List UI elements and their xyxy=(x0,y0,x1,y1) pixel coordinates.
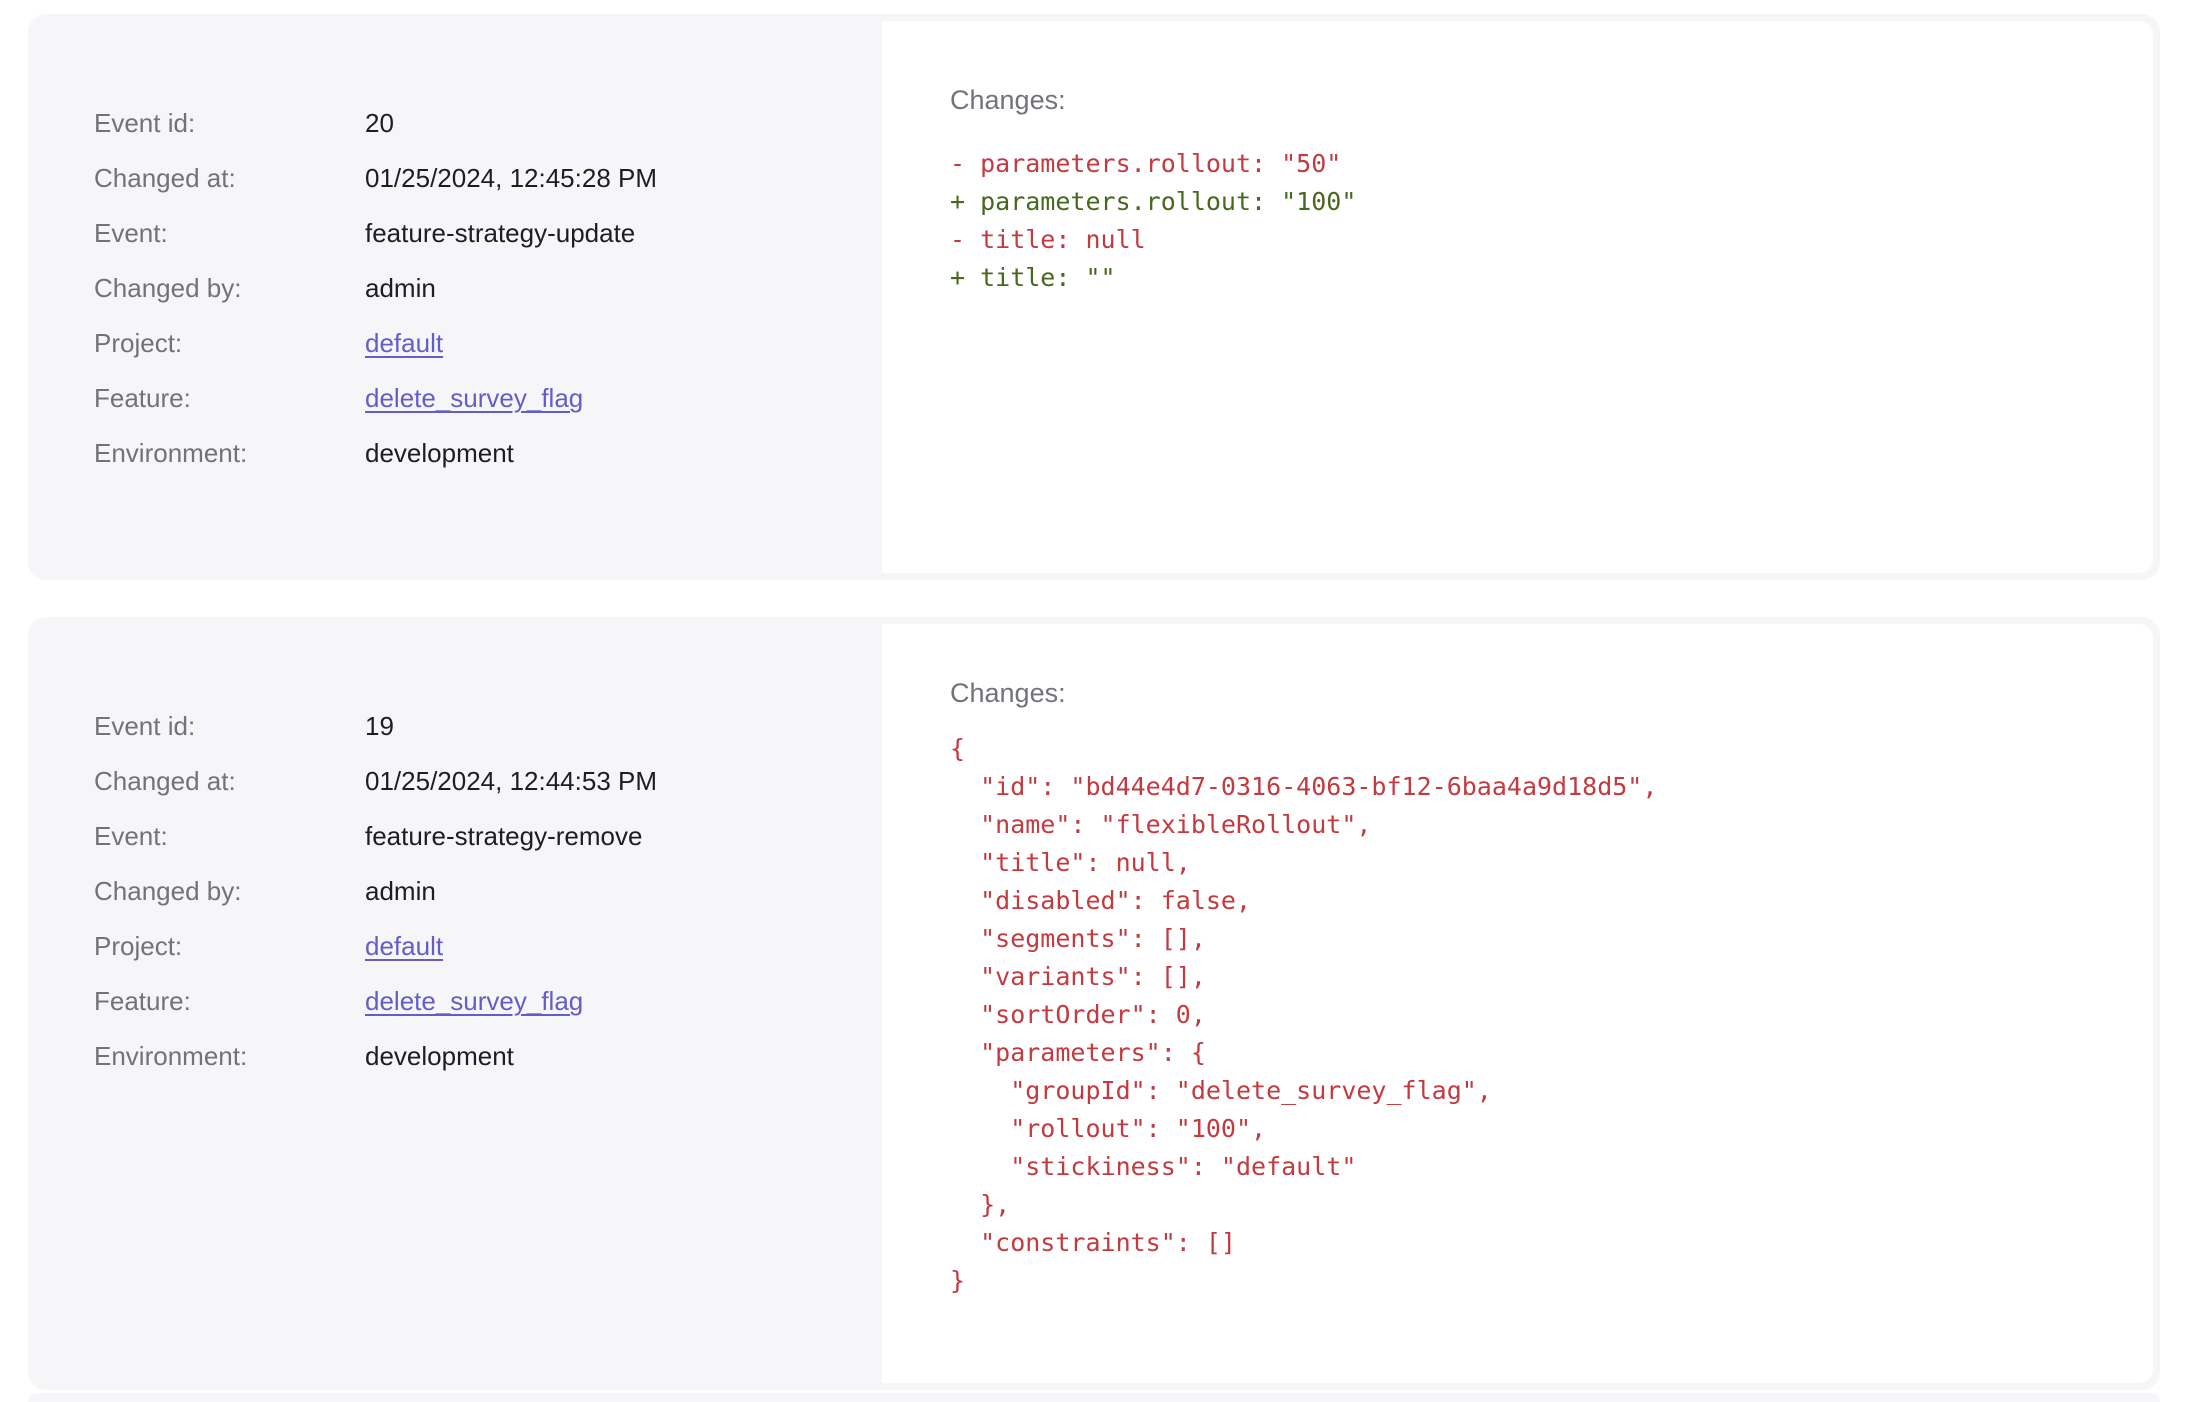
feature-link[interactable]: delete_survey_flag xyxy=(365,984,583,1018)
event-metadata-panel: Event id:20Changed at:01/25/2024, 12:45:… xyxy=(28,14,882,580)
json-code-line: { xyxy=(950,730,2113,768)
event-value: feature-strategy-update xyxy=(365,216,635,250)
diff-line-removed: - parameters.rollout: "50" xyxy=(950,145,2113,183)
changed-at-value: 01/25/2024, 12:44:53 PM xyxy=(365,764,657,798)
event-id-value: 19 xyxy=(365,709,394,743)
metadata-row-event-id: Event id:20 xyxy=(94,106,842,140)
next-card-top-edge xyxy=(28,1393,2160,1402)
metadata-row-feature: Feature:delete_survey_flag xyxy=(94,381,842,415)
json-code-line: "sortOrder": 0, xyxy=(950,996,2113,1034)
metadata-row-changed-at: Changed at:01/25/2024, 12:44:53 PM xyxy=(94,764,842,798)
metadata-label-environment: Environment: xyxy=(94,436,365,470)
environment-value: development xyxy=(365,436,514,470)
diff-line-removed: - title: null xyxy=(950,221,2113,259)
changed-at-value: 01/25/2024, 12:45:28 PM xyxy=(365,161,657,195)
json-code-line: "variants": [], xyxy=(950,958,2113,996)
metadata-label-event-id: Event id: xyxy=(94,106,365,140)
metadata-row-event: Event:feature-strategy-update xyxy=(94,216,842,250)
changes-heading: Changes: xyxy=(950,676,2113,710)
metadata-label-changed-at: Changed at: xyxy=(94,161,365,195)
json-code-line: "groupId": "delete_survey_flag", xyxy=(950,1072,2113,1110)
json-code-line: "id": "bd44e4d7-0316-4063-bf12-6baa4a9d1… xyxy=(950,768,2113,806)
metadata-row-environment: Environment:development xyxy=(94,436,842,470)
project-link[interactable]: default xyxy=(365,326,443,360)
metadata-label-environment: Environment: xyxy=(94,1039,365,1073)
metadata-label-project: Project: xyxy=(94,929,365,963)
metadata-row-event: Event:feature-strategy-remove xyxy=(94,819,842,853)
metadata-label-changed-at: Changed at: xyxy=(94,764,365,798)
metadata-row-changed-by: Changed by:admin xyxy=(94,271,842,305)
changed-by-value: admin xyxy=(365,874,436,908)
json-code-line: "title": null, xyxy=(950,844,2113,882)
event-metadata-list: Event id:20Changed at:01/25/2024, 12:45:… xyxy=(94,106,842,470)
event-metadata-panel: Event id:19Changed at:01/25/2024, 12:44:… xyxy=(28,617,882,1390)
metadata-label-event: Event: xyxy=(94,819,365,853)
json-code-line: "segments": [], xyxy=(950,920,2113,958)
metadata-label-feature: Feature: xyxy=(94,984,365,1018)
metadata-label-event: Event: xyxy=(94,216,365,250)
metadata-row-changed-by: Changed by:admin xyxy=(94,874,842,908)
event-card-20: Event id:20Changed at:01/25/2024, 12:45:… xyxy=(28,14,2160,580)
json-code-line: } xyxy=(950,1262,2113,1300)
event-card-19: Event id:19Changed at:01/25/2024, 12:44:… xyxy=(28,617,2160,1390)
metadata-label-changed-by: Changed by: xyxy=(94,874,365,908)
metadata-label-event-id: Event id: xyxy=(94,709,365,743)
json-code-line: "parameters": { xyxy=(950,1034,2113,1072)
changes-heading: Changes: xyxy=(950,83,2113,117)
metadata-label-project: Project: xyxy=(94,326,365,360)
environment-value: development xyxy=(365,1039,514,1073)
metadata-row-feature: Feature:delete_survey_flag xyxy=(94,984,842,1018)
json-code-line: "stickiness": "default" xyxy=(950,1148,2113,1186)
metadata-label-changed-by: Changed by: xyxy=(94,271,365,305)
metadata-row-changed-at: Changed at:01/25/2024, 12:45:28 PM xyxy=(94,161,842,195)
json-code-line: "rollout": "100", xyxy=(950,1110,2113,1148)
feature-link[interactable]: delete_survey_flag xyxy=(365,381,583,415)
metadata-row-event-id: Event id:19 xyxy=(94,709,842,743)
event-diff-block: - parameters.rollout: "50"+ parameters.r… xyxy=(950,145,2113,297)
metadata-label-feature: Feature: xyxy=(94,381,365,415)
json-code-line: "disabled": false, xyxy=(950,882,2113,920)
event-changes-panel: Changes: - parameters.rollout: "50"+ par… xyxy=(882,21,2153,573)
metadata-row-environment: Environment:development xyxy=(94,1039,842,1073)
event-json-block: { "id": "bd44e4d7-0316-4063-bf12-6baa4a9… xyxy=(950,730,2113,1300)
event-value: feature-strategy-remove xyxy=(365,819,642,853)
event-metadata-list: Event id:19Changed at:01/25/2024, 12:44:… xyxy=(94,709,842,1073)
project-link[interactable]: default xyxy=(365,929,443,963)
json-code-line: "constraints": [] xyxy=(950,1224,2113,1262)
diff-line-added: + parameters.rollout: "100" xyxy=(950,183,2113,221)
diff-line-added: + title: "" xyxy=(950,259,2113,297)
json-code-line: "name": "flexibleRollout", xyxy=(950,806,2113,844)
event-log-page: Event id:20Changed at:01/25/2024, 12:45:… xyxy=(0,0,2188,1402)
metadata-row-project: Project:default xyxy=(94,929,842,963)
event-id-value: 20 xyxy=(365,106,394,140)
event-changes-panel: Changes: { "id": "bd44e4d7-0316-4063-bf1… xyxy=(882,624,2153,1383)
changed-by-value: admin xyxy=(365,271,436,305)
json-code-line: }, xyxy=(950,1186,2113,1224)
metadata-row-project: Project:default xyxy=(94,326,842,360)
